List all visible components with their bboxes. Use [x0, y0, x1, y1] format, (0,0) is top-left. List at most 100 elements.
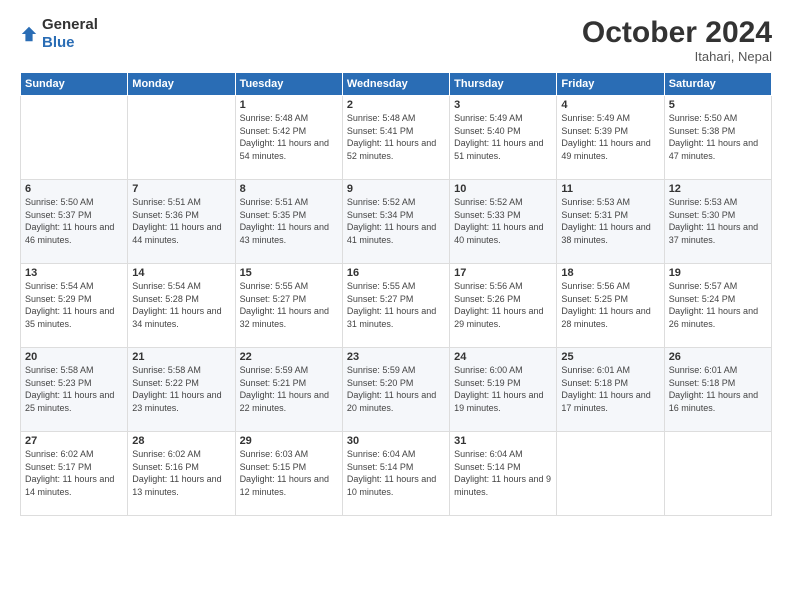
logo-icon	[20, 25, 38, 43]
daylight-text: Daylight: 11 hours and 44 minutes.	[132, 222, 221, 245]
day-info: Sunrise: 5:55 AM Sunset: 5:27 PM Dayligh…	[240, 280, 338, 330]
title-area: October 2024 Itahari, Nepal	[582, 16, 772, 64]
sunset-text: Sunset: 5:22 PM	[132, 378, 199, 388]
sunrise-text: Sunrise: 5:54 AM	[132, 281, 201, 291]
daylight-text: Daylight: 11 hours and 14 minutes.	[25, 474, 114, 497]
day-number: 19	[669, 267, 767, 279]
weekday-header-saturday: Saturday	[664, 73, 771, 96]
calendar-cell: 8 Sunrise: 5:51 AM Sunset: 5:35 PM Dayli…	[235, 180, 342, 264]
day-info: Sunrise: 5:50 AM Sunset: 5:37 PM Dayligh…	[25, 196, 123, 246]
sunrise-text: Sunrise: 6:03 AM	[240, 449, 309, 459]
day-info: Sunrise: 6:04 AM Sunset: 5:14 PM Dayligh…	[454, 448, 552, 498]
day-number: 8	[240, 183, 338, 195]
sunset-text: Sunset: 5:24 PM	[669, 294, 736, 304]
sunset-text: Sunset: 5:36 PM	[132, 210, 199, 220]
daylight-text: Daylight: 11 hours and 22 minutes.	[240, 390, 329, 413]
daylight-text: Daylight: 11 hours and 10 minutes.	[347, 474, 436, 497]
day-info: Sunrise: 5:58 AM Sunset: 5:23 PM Dayligh…	[25, 364, 123, 414]
day-number: 13	[25, 267, 123, 279]
logo-blue: Blue	[42, 34, 75, 51]
sunrise-text: Sunrise: 6:04 AM	[454, 449, 523, 459]
day-number: 23	[347, 351, 445, 363]
calendar-cell: 24 Sunrise: 6:00 AM Sunset: 5:19 PM Dayl…	[450, 348, 557, 432]
daylight-text: Daylight: 11 hours and 51 minutes.	[454, 138, 543, 161]
header-area: General Blue October 2024 Itahari, Nepal	[20, 16, 772, 64]
sunset-text: Sunset: 5:28 PM	[132, 294, 199, 304]
sunset-text: Sunset: 5:42 PM	[240, 126, 307, 136]
calendar-cell: 26 Sunrise: 6:01 AM Sunset: 5:18 PM Dayl…	[664, 348, 771, 432]
calendar-cell: 14 Sunrise: 5:54 AM Sunset: 5:28 PM Dayl…	[128, 264, 235, 348]
calendar-cell	[128, 96, 235, 180]
day-info: Sunrise: 5:54 AM Sunset: 5:29 PM Dayligh…	[25, 280, 123, 330]
daylight-text: Daylight: 11 hours and 12 minutes.	[240, 474, 329, 497]
page: General Blue October 2024 Itahari, Nepal…	[0, 0, 792, 612]
sunrise-text: Sunrise: 6:01 AM	[669, 365, 738, 375]
day-number: 5	[669, 99, 767, 111]
daylight-text: Daylight: 11 hours and 41 minutes.	[347, 222, 436, 245]
daylight-text: Daylight: 11 hours and 46 minutes.	[25, 222, 114, 245]
day-number: 28	[132, 435, 230, 447]
day-info: Sunrise: 5:53 AM Sunset: 5:31 PM Dayligh…	[561, 196, 659, 246]
day-number: 24	[454, 351, 552, 363]
sunset-text: Sunset: 5:33 PM	[454, 210, 521, 220]
day-info: Sunrise: 5:56 AM Sunset: 5:25 PM Dayligh…	[561, 280, 659, 330]
day-number: 15	[240, 267, 338, 279]
sunset-text: Sunset: 5:37 PM	[25, 210, 92, 220]
calendar-cell: 23 Sunrise: 5:59 AM Sunset: 5:20 PM Dayl…	[342, 348, 449, 432]
daylight-text: Daylight: 11 hours and 34 minutes.	[132, 306, 221, 329]
day-number: 12	[669, 183, 767, 195]
daylight-text: Daylight: 11 hours and 31 minutes.	[347, 306, 436, 329]
sunset-text: Sunset: 5:31 PM	[561, 210, 628, 220]
day-info: Sunrise: 5:49 AM Sunset: 5:40 PM Dayligh…	[454, 112, 552, 162]
sunrise-text: Sunrise: 5:56 AM	[561, 281, 630, 291]
sunset-text: Sunset: 5:16 PM	[132, 462, 199, 472]
day-info: Sunrise: 6:02 AM Sunset: 5:17 PM Dayligh…	[25, 448, 123, 498]
sunset-text: Sunset: 5:34 PM	[347, 210, 414, 220]
day-info: Sunrise: 6:04 AM Sunset: 5:14 PM Dayligh…	[347, 448, 445, 498]
logo: General Blue	[20, 16, 98, 52]
daylight-text: Daylight: 11 hours and 54 minutes.	[240, 138, 329, 161]
sunset-text: Sunset: 5:20 PM	[347, 378, 414, 388]
daylight-text: Daylight: 11 hours and 35 minutes.	[25, 306, 114, 329]
sunrise-text: Sunrise: 5:49 AM	[561, 113, 630, 123]
daylight-text: Daylight: 11 hours and 17 minutes.	[561, 390, 650, 413]
daylight-text: Daylight: 11 hours and 28 minutes.	[561, 306, 650, 329]
day-info: Sunrise: 6:02 AM Sunset: 5:16 PM Dayligh…	[132, 448, 230, 498]
day-number: 4	[561, 99, 659, 111]
sunset-text: Sunset: 5:30 PM	[669, 210, 736, 220]
daylight-text: Daylight: 11 hours and 32 minutes.	[240, 306, 329, 329]
day-info: Sunrise: 5:52 AM Sunset: 5:34 PM Dayligh…	[347, 196, 445, 246]
sunrise-text: Sunrise: 5:53 AM	[669, 197, 738, 207]
calendar-cell: 21 Sunrise: 5:58 AM Sunset: 5:22 PM Dayl…	[128, 348, 235, 432]
calendar-cell: 22 Sunrise: 5:59 AM Sunset: 5:21 PM Dayl…	[235, 348, 342, 432]
week-row-2: 6 Sunrise: 5:50 AM Sunset: 5:37 PM Dayli…	[21, 180, 772, 264]
day-number: 18	[561, 267, 659, 279]
day-number: 31	[454, 435, 552, 447]
sunset-text: Sunset: 5:19 PM	[454, 378, 521, 388]
day-number: 26	[669, 351, 767, 363]
calendar-cell: 5 Sunrise: 5:50 AM Sunset: 5:38 PM Dayli…	[664, 96, 771, 180]
week-row-1: 1 Sunrise: 5:48 AM Sunset: 5:42 PM Dayli…	[21, 96, 772, 180]
day-number: 22	[240, 351, 338, 363]
calendar-cell	[557, 432, 664, 516]
sunset-text: Sunset: 5:14 PM	[347, 462, 414, 472]
weekday-header-monday: Monday	[128, 73, 235, 96]
sunset-text: Sunset: 5:38 PM	[669, 126, 736, 136]
sunset-text: Sunset: 5:25 PM	[561, 294, 628, 304]
sunrise-text: Sunrise: 5:59 AM	[347, 365, 416, 375]
weekday-header-row: SundayMondayTuesdayWednesdayThursdayFrid…	[21, 73, 772, 96]
daylight-text: Daylight: 11 hours and 19 minutes.	[454, 390, 543, 413]
daylight-text: Daylight: 11 hours and 49 minutes.	[561, 138, 650, 161]
sunrise-text: Sunrise: 5:58 AM	[132, 365, 201, 375]
calendar-cell: 17 Sunrise: 5:56 AM Sunset: 5:26 PM Dayl…	[450, 264, 557, 348]
sunset-text: Sunset: 5:39 PM	[561, 126, 628, 136]
calendar-cell	[21, 96, 128, 180]
daylight-text: Daylight: 11 hours and 52 minutes.	[347, 138, 436, 161]
calendar-cell: 10 Sunrise: 5:52 AM Sunset: 5:33 PM Dayl…	[450, 180, 557, 264]
day-number: 3	[454, 99, 552, 111]
calendar-cell: 18 Sunrise: 5:56 AM Sunset: 5:25 PM Dayl…	[557, 264, 664, 348]
day-info: Sunrise: 5:57 AM Sunset: 5:24 PM Dayligh…	[669, 280, 767, 330]
sunrise-text: Sunrise: 5:49 AM	[454, 113, 523, 123]
day-number: 6	[25, 183, 123, 195]
week-row-4: 20 Sunrise: 5:58 AM Sunset: 5:23 PM Dayl…	[21, 348, 772, 432]
